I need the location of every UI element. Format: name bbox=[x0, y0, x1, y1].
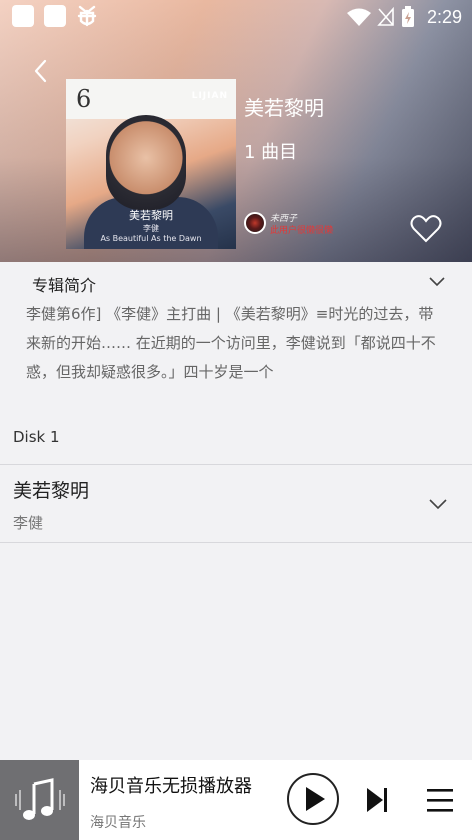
cover-figure-face bbox=[106, 115, 186, 210]
cover-title: 美若黎明 bbox=[129, 209, 173, 222]
album-intro-heading: 专辑简介 bbox=[32, 276, 97, 295]
player-title: 海贝音乐无损播放器 bbox=[90, 776, 252, 797]
skip-next-icon[interactable] bbox=[365, 786, 389, 814]
cover-brand: LIJIAN bbox=[191, 91, 228, 101]
album-cover: 6 LIJIAN 美若黎明 李健 As Beautiful As the Daw… bbox=[66, 79, 236, 249]
back-arrow-icon[interactable] bbox=[30, 58, 52, 84]
song-title[interactable]: 美若黎明 bbox=[13, 476, 89, 503]
no-signal-icon bbox=[377, 7, 394, 26]
uploader-avatar[interactable] bbox=[244, 212, 266, 234]
album-title: 美若黎明 bbox=[244, 96, 324, 120]
album-header: 2:29 6 LIJIAN 美若黎明 李健 As Beautiful As th… bbox=[0, 0, 472, 262]
heart-icon[interactable] bbox=[410, 214, 442, 244]
battery-charging-icon bbox=[401, 6, 414, 27]
app-notification-icon bbox=[77, 5, 97, 27]
divider bbox=[0, 464, 472, 465]
cover-artist-name: 李健 bbox=[143, 224, 159, 233]
status-bar: 2:29 bbox=[0, 0, 472, 34]
disk-label: Disk 1 bbox=[13, 428, 60, 446]
play-icon bbox=[306, 787, 325, 811]
wifi-icon bbox=[346, 8, 371, 26]
track-count: 1 曲目 bbox=[244, 142, 298, 163]
cover-number: 6 bbox=[76, 85, 92, 113]
player-subtitle: 海贝音乐 bbox=[90, 815, 146, 831]
chevron-down-icon[interactable] bbox=[428, 276, 446, 288]
player-artwork[interactable] bbox=[0, 760, 79, 840]
chevron-down-icon[interactable] bbox=[428, 498, 448, 510]
notification-icon bbox=[44, 5, 66, 27]
menu-icon[interactable] bbox=[427, 787, 453, 813]
clock: 2:29 bbox=[426, 6, 462, 27]
music-note-icon bbox=[15, 778, 65, 820]
mini-player[interactable]: 海贝音乐无损播放器 海贝音乐 bbox=[0, 760, 472, 840]
notification-icon bbox=[12, 5, 34, 27]
album-intro-text: 李健第6作] 《李健》主打曲 | 《美若黎明》≡时光的过去，带来新的开始…… 在… bbox=[26, 305, 436, 381]
song-artist: 李健 bbox=[13, 514, 44, 532]
cover-subtitle: As Beautiful As the Dawn bbox=[100, 234, 202, 243]
divider bbox=[0, 542, 472, 543]
play-button[interactable] bbox=[287, 773, 339, 825]
uploader-description: 此用户很懒很懒 bbox=[270, 226, 334, 236]
cover-artist: 李健 As Beautiful As the Dawn bbox=[66, 223, 236, 243]
